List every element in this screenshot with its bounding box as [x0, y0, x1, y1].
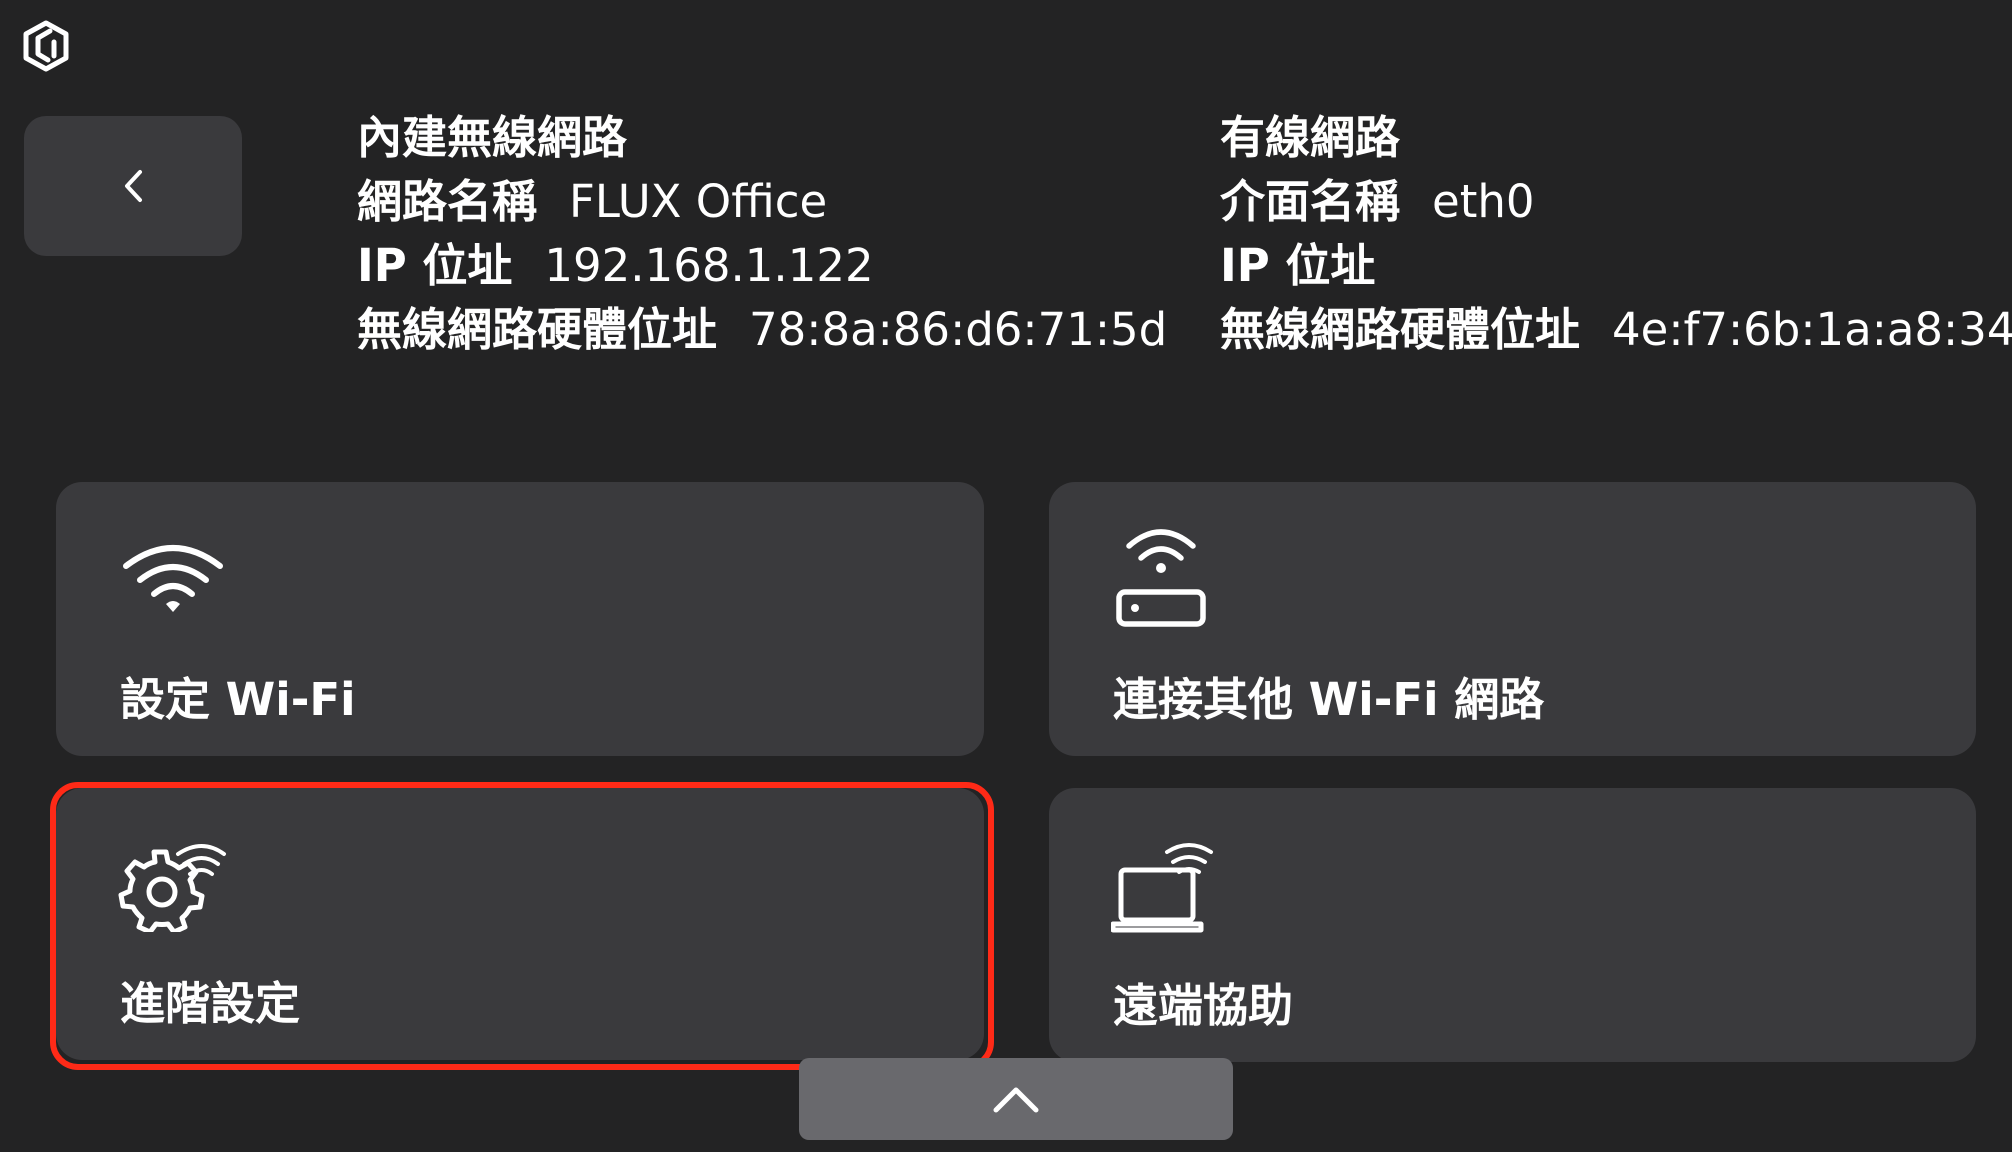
- wireless-mac-value: 78:8a:86:d6:71:5d: [749, 303, 1168, 356]
- advanced-settings-button[interactable]: 進階設定: [56, 788, 984, 1060]
- iface-label: 介面名稱: [1220, 175, 1401, 228]
- wifi-icon: [118, 538, 228, 622]
- ssid-value: FLUX Office: [569, 175, 828, 228]
- laptop-wifi-icon: [1110, 840, 1221, 940]
- wireless-ip-value: 192.168.1.122: [544, 239, 874, 292]
- wireless-ip-label: IP 位址: [357, 239, 513, 292]
- iface-value: eth0: [1432, 175, 1535, 228]
- connect-other-wifi-label: 連接其他 Wi-Fi 網路: [1113, 673, 1545, 726]
- wireless-info: 內建無線網路 網路名稱 FLUX Office IP 位址 192.168.1.12…: [357, 106, 1167, 362]
- chevron-up-icon: [993, 1087, 1039, 1113]
- wired-mac-row: 無線網路硬體位址 4e:f7:6b:1a:a8:34: [1220, 298, 2012, 362]
- wired-info: 有線網路 介面名稱 eth0 IP 位址 無線網路硬體位址 4e:f7:6b:1a:…: [1220, 106, 2012, 362]
- wireless-ssid-row: 網路名稱 FLUX Office: [357, 170, 1167, 234]
- remote-assistance-label: 遠端協助: [1113, 979, 1294, 1032]
- wired-title: 有線網路: [1220, 111, 1401, 164]
- setup-wifi-button[interactable]: 設定 Wi-Fi: [56, 482, 984, 756]
- wireless-ip-row: IP 位址 192.168.1.122: [357, 234, 1167, 298]
- back-button[interactable]: [24, 116, 242, 256]
- wired-iface-row: 介面名稱 eth0: [1220, 170, 2012, 234]
- flux-logo-icon: [22, 20, 70, 72]
- collapse-button[interactable]: [799, 1058, 1233, 1140]
- wired-mac-value: 4e:f7:6b:1a:a8:34: [1612, 303, 2012, 356]
- wired-ip-label: IP 位址: [1220, 239, 1376, 292]
- wired-mac-label: 無線網路硬體位址: [1220, 303, 1581, 356]
- network-settings-screen: 內建無線網路 網路名稱 FLUX Office IP 位址 192.168.1.12…: [0, 0, 2012, 1152]
- ssid-label: 網路名稱: [357, 175, 538, 228]
- connect-other-wifi-button[interactable]: 連接其他 Wi-Fi 網路: [1049, 482, 1976, 756]
- wireless-mac-row: 無線網路硬體位址 78:8a:86:d6:71:5d: [357, 298, 1167, 362]
- remote-assistance-button[interactable]: 遠端協助: [1049, 788, 1976, 1062]
- advanced-settings-label: 進階設定: [120, 977, 301, 1030]
- wired-ip-row: IP 位址: [1220, 234, 2012, 298]
- router-wifi-icon: [1111, 522, 1211, 636]
- setup-wifi-label: 設定 Wi-Fi: [120, 673, 356, 726]
- chevron-left-icon: [125, 170, 142, 202]
- wireless-title: 內建無線網路: [357, 111, 628, 164]
- wireless-mac-label: 無線網路硬體位址: [357, 303, 718, 356]
- gear-wifi-icon: [118, 840, 228, 936]
